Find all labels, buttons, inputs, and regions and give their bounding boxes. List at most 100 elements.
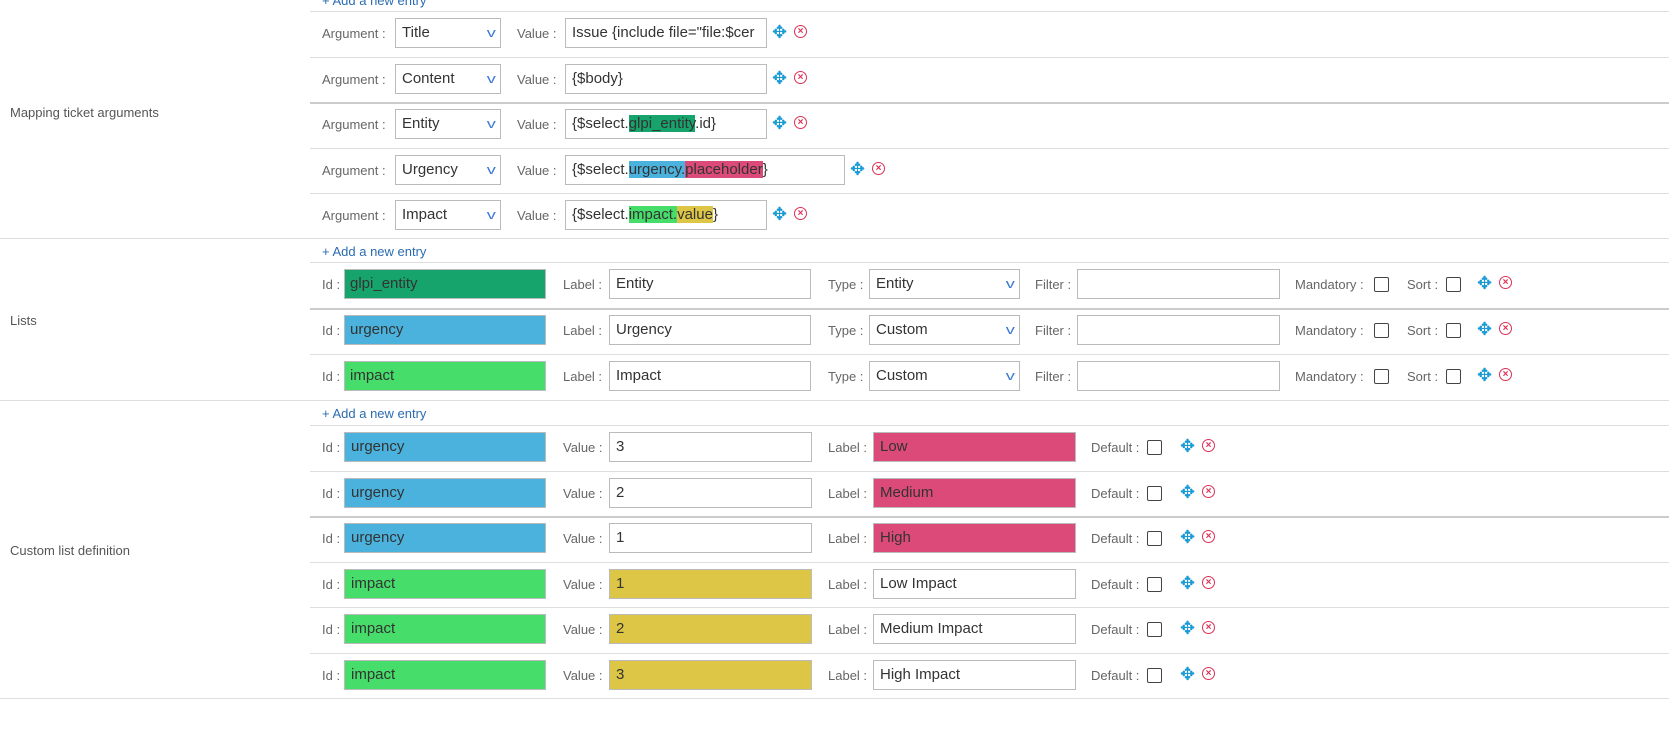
move-arrows-icon[interactable]: ✥: [772, 114, 787, 132]
default-checkbox[interactable]: [1147, 485, 1162, 501]
type-select[interactable]: Entity v: [869, 269, 1020, 299]
add-entry-link[interactable]: + Add a new entry: [322, 0, 426, 8]
delete-circle-x-icon[interactable]: ×: [1499, 276, 1512, 289]
move-arrows-icon[interactable]: ✥: [772, 23, 787, 41]
delete-circle-x-icon[interactable]: ×: [1202, 530, 1215, 543]
value-input[interactable]: {$select.impact.value}: [565, 200, 767, 230]
custom-row: Id : urgency Value : 3 Label : Low Default : ✥ ×: [0, 426, 1669, 470]
delete-circle-x-icon[interactable]: ×: [1202, 575, 1215, 589]
move-arrows-icon[interactable]: ✥: [1180, 619, 1195, 637]
move-arrows-icon[interactable]: ✥: [1477, 274, 1492, 292]
delete-circle-x-icon[interactable]: ×: [1202, 666, 1215, 680]
type-select[interactable]: Custom v: [869, 361, 1020, 391]
label-input[interactable]: Medium: [873, 477, 1076, 508]
add-entry-link[interactable]: + Add a new entry: [322, 244, 426, 259]
sort-checkbox[interactable]: [1446, 369, 1461, 384]
id-input[interactable]: impact: [344, 568, 546, 599]
delete-circle-x-icon[interactable]: ×: [872, 161, 885, 175]
value-input[interactable]: Issue {include file="file:$cer: [565, 18, 767, 48]
sort-checkbox[interactable]: [1446, 277, 1461, 292]
id-input[interactable]: impact: [344, 361, 546, 391]
delete-circle-x-icon[interactable]: ×: [1202, 621, 1215, 634]
id-input[interactable]: impact: [344, 659, 546, 690]
argument-select[interactable]: Content v: [395, 63, 501, 94]
default-checkbox[interactable]: [1147, 622, 1162, 637]
value-input[interactable]: 3: [609, 432, 812, 462]
type-label: Type :: [828, 369, 864, 384]
value-input[interactable]: 2: [609, 477, 812, 508]
value-input[interactable]: 3: [609, 659, 812, 690]
delete-circle-x-icon[interactable]: ×: [794, 116, 807, 129]
default-label: Default :: [1091, 485, 1140, 501]
move-arrows-icon[interactable]: ✥: [850, 160, 865, 178]
default-checkbox[interactable]: [1147, 576, 1162, 592]
label-input[interactable]: Low Impact: [873, 568, 1076, 599]
move-arrows-icon[interactable]: ✥: [772, 69, 787, 87]
delete-circle-x-icon[interactable]: ×: [1499, 368, 1512, 381]
mandatory-label: Mandatory :: [1295, 323, 1364, 338]
argument-select[interactable]: Title v: [395, 18, 501, 48]
move-arrows-icon[interactable]: ✥: [1180, 483, 1195, 501]
mandatory-checkbox[interactable]: [1374, 323, 1389, 338]
value-input[interactable]: 2: [609, 614, 812, 644]
label-input[interactable]: High: [873, 523, 1076, 553]
move-arrows-icon[interactable]: ✥: [1180, 665, 1195, 683]
default-checkbox[interactable]: [1147, 531, 1162, 546]
value-input[interactable]: {$select.urgency.placeholder}: [565, 154, 845, 185]
chevron-down-icon: v: [486, 116, 496, 131]
sort-checkbox[interactable]: [1446, 323, 1461, 338]
delete-circle-x-icon[interactable]: ×: [1202, 439, 1215, 452]
value-segment: {$body}: [572, 69, 623, 87]
mapping-row: Argument : Impact v Value : {$select.impact.…: [0, 194, 1669, 238]
move-arrows-icon[interactable]: ✥: [1477, 366, 1492, 384]
id-input[interactable]: urgency: [344, 477, 546, 508]
label-input[interactable]: Medium Impact: [873, 614, 1076, 644]
label-input[interactable]: Entity: [609, 269, 811, 299]
move-arrows-icon[interactable]: ✥: [1180, 574, 1195, 592]
argument-select[interactable]: Urgency v: [395, 154, 501, 185]
delete-circle-x-icon[interactable]: ×: [794, 70, 807, 84]
label-input[interactable]: Impact: [609, 361, 811, 391]
move-arrows-icon[interactable]: ✥: [1180, 437, 1195, 455]
move-arrows-icon[interactable]: ✥: [1180, 528, 1195, 546]
value-segment: glpi_entity: [628, 115, 696, 132]
id-input[interactable]: glpi_entity: [344, 269, 546, 299]
delete-circle-x-icon[interactable]: ×: [794, 207, 807, 220]
mandatory-checkbox[interactable]: [1374, 369, 1389, 384]
label-label: Label :: [828, 576, 868, 592]
mandatory-checkbox[interactable]: [1374, 277, 1389, 292]
label-label: Label :: [828, 667, 868, 683]
label-input[interactable]: High Impact: [873, 659, 1076, 690]
filter-input[interactable]: [1077, 269, 1280, 299]
value-input[interactable]: 1: [609, 568, 812, 599]
value-label: Value :: [517, 208, 557, 223]
id-input[interactable]: urgency: [344, 523, 546, 553]
delete-circle-x-icon[interactable]: ×: [1499, 322, 1512, 335]
move-arrows-icon[interactable]: ✥: [1477, 320, 1492, 338]
move-arrows-icon[interactable]: ✥: [772, 205, 787, 223]
label-label: Label :: [828, 440, 868, 455]
filter-input[interactable]: [1077, 315, 1280, 345]
type-select-value: Custom: [876, 321, 928, 338]
default-checkbox[interactable]: [1147, 667, 1162, 683]
value-input[interactable]: {$select.glpi_entity.id}: [565, 109, 767, 139]
label-input[interactable]: Urgency: [609, 315, 811, 345]
filter-input[interactable]: [1077, 361, 1280, 391]
mandatory-label: Mandatory :: [1295, 277, 1364, 292]
argument-select[interactable]: Impact v: [395, 200, 501, 230]
label-label: Label :: [828, 622, 868, 637]
label-label: Label :: [563, 323, 603, 338]
delete-circle-x-icon[interactable]: ×: [1202, 484, 1215, 498]
default-checkbox[interactable]: [1147, 440, 1162, 455]
label-input[interactable]: Low: [873, 432, 1076, 462]
argument-select[interactable]: Entity v: [395, 109, 501, 139]
delete-circle-x-icon[interactable]: ×: [794, 25, 807, 38]
type-select[interactable]: Custom v: [869, 315, 1020, 345]
id-label: Id :: [322, 485, 341, 501]
value-input[interactable]: 1: [609, 523, 812, 553]
id-input[interactable]: urgency: [344, 315, 546, 345]
id-input[interactable]: urgency: [344, 432, 546, 462]
value-input[interactable]: {$body}: [565, 63, 767, 94]
add-entry-link[interactable]: + Add a new entry: [322, 406, 426, 421]
id-input[interactable]: impact: [344, 614, 546, 644]
